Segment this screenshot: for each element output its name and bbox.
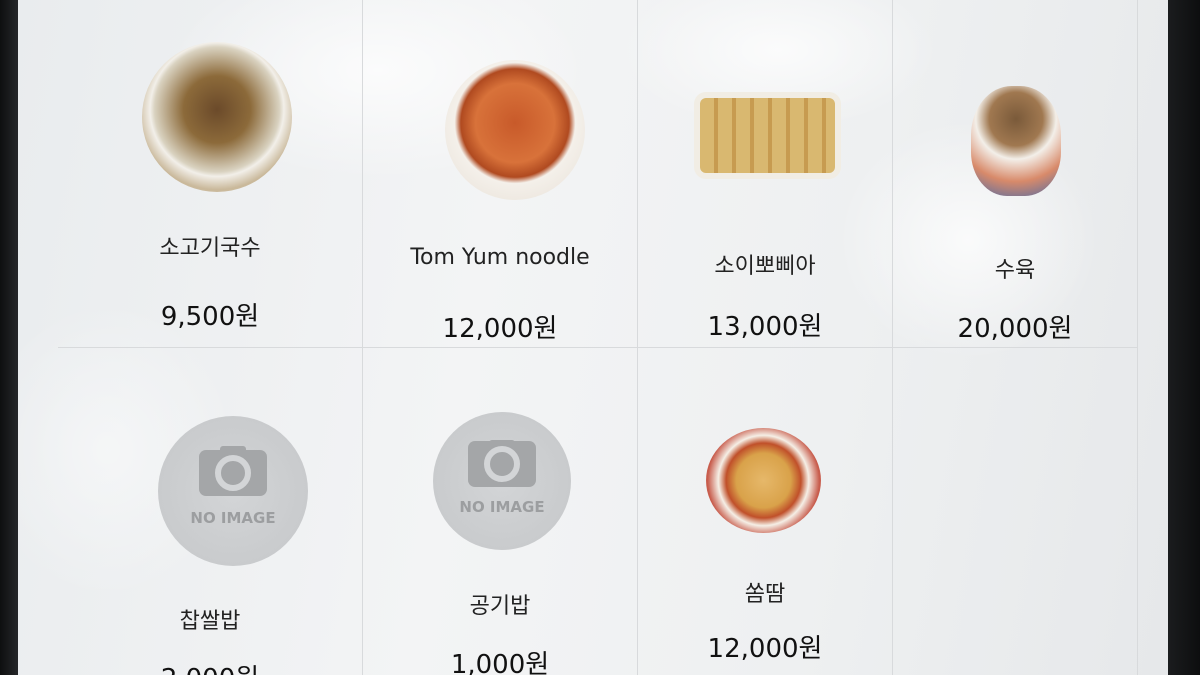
menu-item-price: 20,000원	[957, 314, 1073, 344]
menu-item-spring-rolls[interactable]: 소이뽀삐아 13,000원	[638, 0, 893, 348]
menu-item-sticky-rice[interactable]: NO IMAGE 찹쌀밥 2,000원	[58, 348, 363, 675]
menu-item-price: 13,000원	[707, 312, 823, 342]
menu-item-name: 쏨땀	[744, 582, 786, 607]
kiosk-screen: 소고기국수 9,500원 Tom Yum noodle 12,000원 소이뽀삐…	[18, 0, 1168, 675]
menu-item-tom-yum-noodle[interactable]: Tom Yum noodle 12,000원	[363, 0, 638, 348]
menu-item-beef-noodle-soup[interactable]: 소고기국수 9,500원	[58, 0, 363, 348]
menu-item-braised-pork[interactable]: 수육 20,000원	[893, 0, 1138, 348]
menu-item-price: 9,500원	[160, 302, 260, 332]
menu-item-price: 12,000원	[707, 634, 823, 664]
camera-icon	[484, 446, 520, 483]
menu-item-name: Tom Yum noodle	[410, 245, 590, 270]
menu-item-rice-bowl[interactable]: NO IMAGE 공기밥 1,000원	[363, 348, 638, 675]
menu-item-papaya-salad[interactable]: 쏨땀 12,000원	[638, 348, 893, 675]
camera-icon	[215, 455, 251, 491]
no-image-placeholder: NO IMAGE	[433, 412, 571, 550]
menu-item-price: 12,000원	[442, 314, 558, 344]
no-image-label: NO IMAGE	[459, 497, 545, 516]
menu-grid: 소고기국수 9,500원 Tom Yum noodle 12,000원 소이뽀삐…	[58, 0, 1138, 675]
no-image-label: NO IMAGE	[190, 509, 276, 527]
menu-item-name: 공기밥	[469, 594, 531, 619]
menu-item-price: 2,000원	[58, 658, 362, 675]
beef-noodle-soup-image	[142, 42, 292, 192]
braised-pork-pot-image	[971, 86, 1061, 196]
menu-empty-slot	[893, 348, 1138, 675]
tom-yum-noodle-image	[445, 60, 585, 200]
menu-item-name: 소이뽀삐아	[714, 254, 816, 279]
menu-item-name: 소고기국수	[159, 236, 261, 261]
menu-item-name: 수육	[994, 258, 1036, 283]
menu-item-name: 찹쌀밥	[179, 609, 241, 634]
papaya-salad-image	[706, 428, 821, 533]
fried-spring-rolls-image	[700, 98, 835, 173]
menu-item-price: 1,000원	[450, 650, 550, 675]
no-image-placeholder: NO IMAGE	[158, 416, 308, 566]
